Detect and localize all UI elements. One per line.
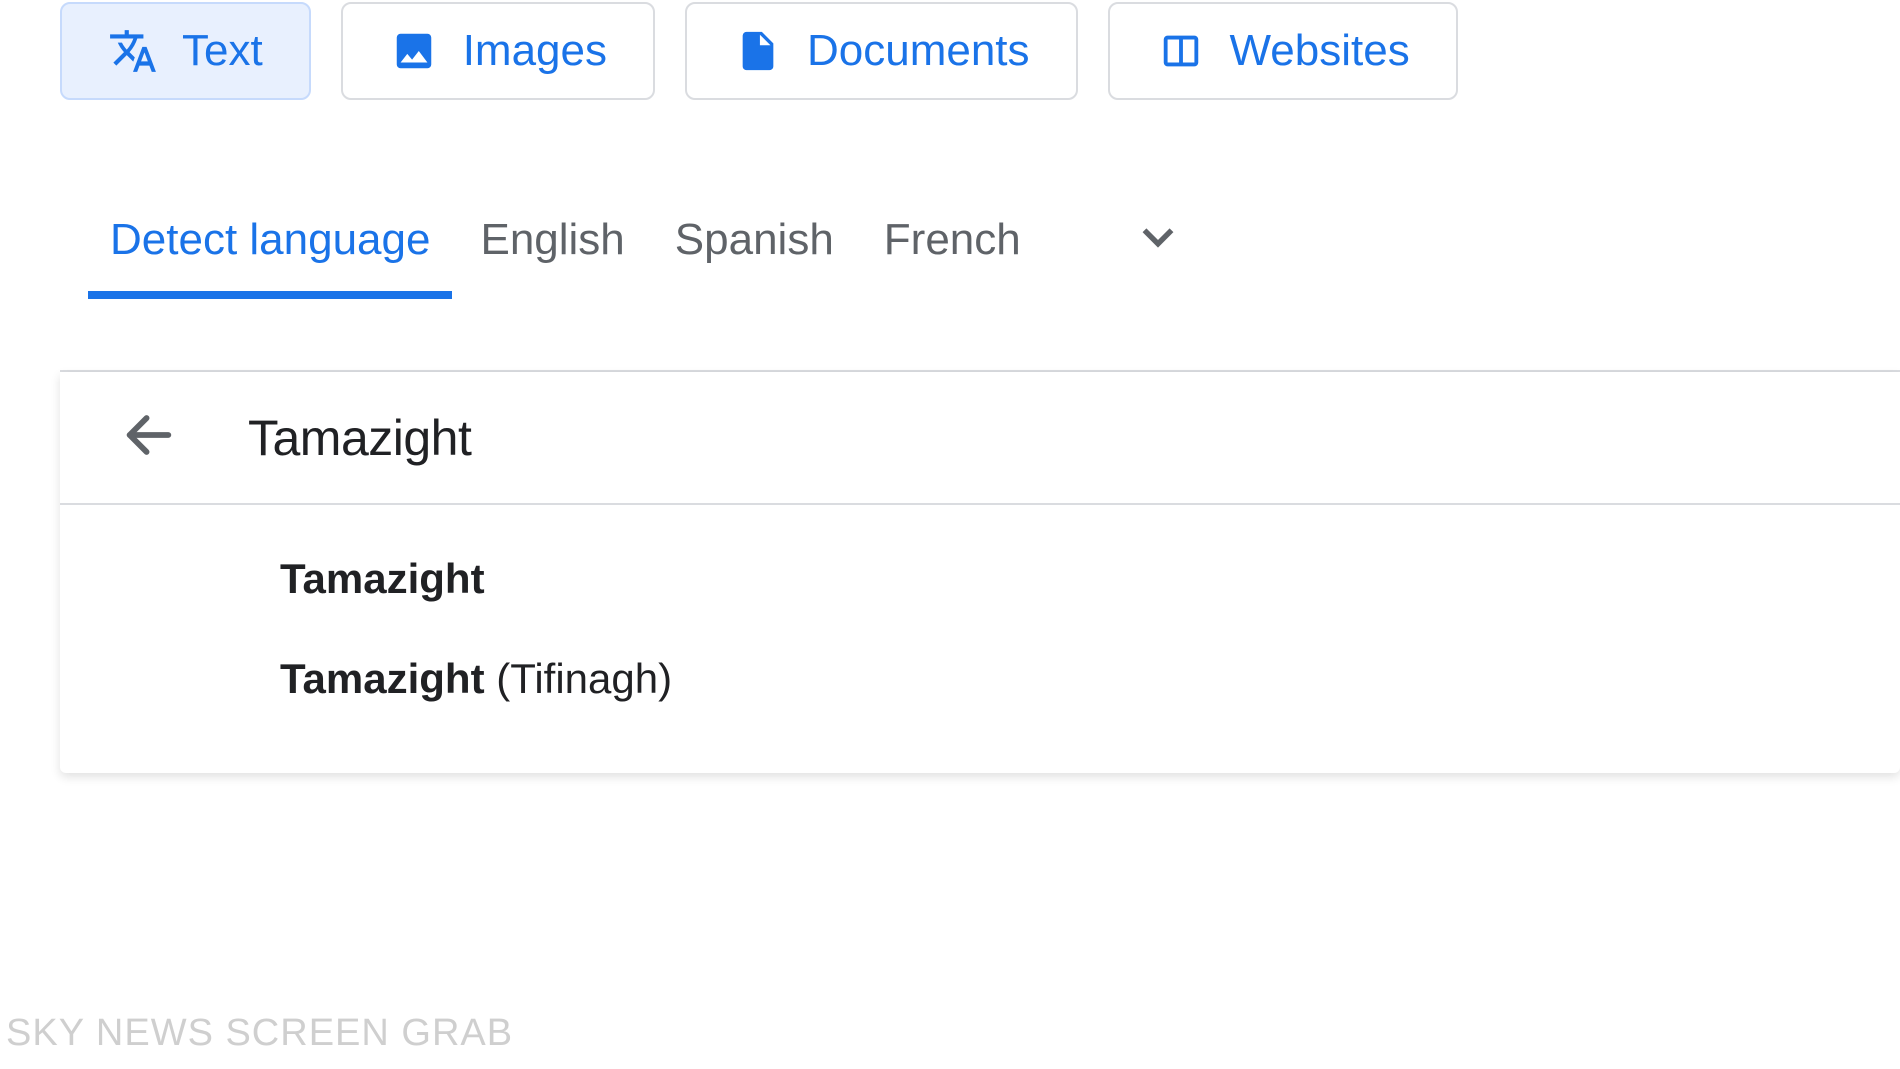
arrow-left-icon	[120, 406, 178, 469]
more-languages-button[interactable]	[1131, 210, 1185, 299]
tab-images-label: Images	[463, 26, 607, 76]
tab-websites-label: Websites	[1230, 26, 1410, 76]
result-suffix: (Tifinagh)	[485, 655, 673, 702]
lang-tab-detect[interactable]: Detect language	[110, 215, 430, 295]
document-icon	[733, 26, 783, 76]
tab-websites[interactable]: Websites	[1108, 2, 1458, 100]
result-match: Tamazight	[280, 555, 485, 602]
chevron-down-icon	[1131, 210, 1185, 269]
translate-icon	[108, 26, 158, 76]
website-icon	[1156, 26, 1206, 76]
result-match: Tamazight	[280, 655, 485, 702]
language-search-panel: TamazightTamazight (Tifinagh)	[60, 372, 1900, 773]
language-result-item[interactable]: Tamazight	[60, 529, 1900, 629]
tab-documents-label: Documents	[807, 26, 1030, 76]
language-search-input[interactable]	[248, 409, 1850, 467]
tab-text[interactable]: Text	[60, 2, 311, 100]
back-button[interactable]	[120, 406, 178, 469]
mode-tabs: Text Images Documents Websites	[0, 0, 1900, 100]
language-result-item[interactable]: Tamazight (Tifinagh)	[60, 629, 1900, 729]
tab-documents[interactable]: Documents	[685, 2, 1078, 100]
lang-tab-english[interactable]: English	[480, 215, 624, 295]
tab-text-label: Text	[182, 26, 263, 76]
lang-tab-spanish[interactable]: Spanish	[675, 215, 834, 295]
image-icon	[389, 26, 439, 76]
language-tabs: Detect language English Spanish French	[0, 100, 1900, 299]
tab-images[interactable]: Images	[341, 2, 655, 100]
watermark: SKY NEWS SCREEN GRAB	[6, 1012, 513, 1055]
lang-tab-french[interactable]: French	[884, 215, 1021, 295]
search-row	[60, 372, 1900, 505]
